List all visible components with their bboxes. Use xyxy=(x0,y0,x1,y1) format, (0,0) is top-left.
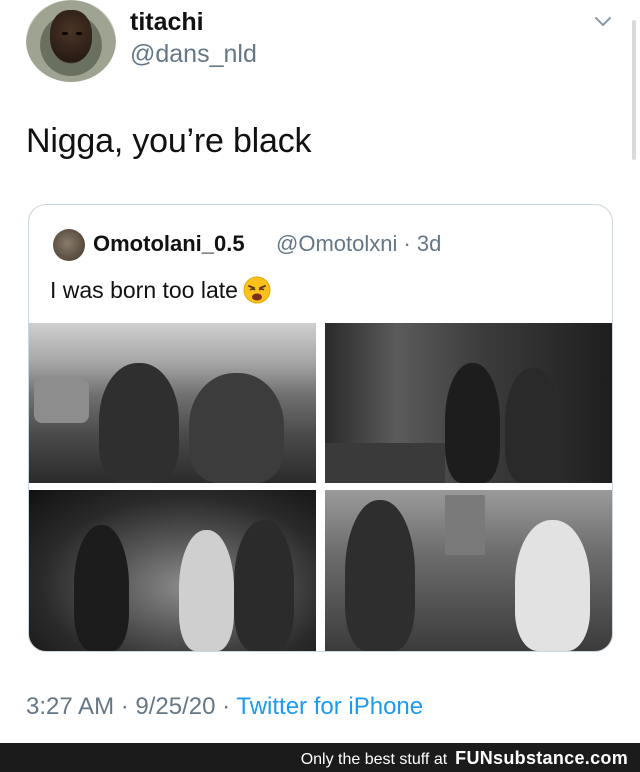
tweet-text: Nigga, you’re black xyxy=(26,122,312,160)
avatar-eye xyxy=(76,32,82,35)
quoted-text-body: I was born too late xyxy=(50,276,238,303)
avatar-eye xyxy=(62,32,68,35)
photo-figure xyxy=(234,520,294,651)
chevron-down-icon[interactable] xyxy=(593,12,613,32)
watermark-banner: Only the best stuff at FUNsubstance.com xyxy=(0,743,640,772)
display-name[interactable]: titachi xyxy=(130,8,204,37)
scrollbar[interactable] xyxy=(632,20,636,160)
photo-figure xyxy=(505,368,560,483)
tweet-timestamp: 3:27 AM · 9/25/20 · Twitter for iPhone xyxy=(26,693,423,721)
photo-figure xyxy=(99,363,179,483)
photo-figure xyxy=(179,530,234,651)
quoted-display-name[interactable]: Omotolani_0.5 xyxy=(93,231,245,257)
photo-car xyxy=(34,378,89,423)
photo-figure xyxy=(74,525,129,651)
weary-face-emoji xyxy=(243,276,271,304)
photo-figure xyxy=(445,363,500,483)
photo-dance-crowd[interactable] xyxy=(29,490,316,651)
photo-dancing-couple[interactable] xyxy=(325,490,612,651)
tweet-source-link[interactable]: Twitter for iPhone xyxy=(236,693,423,720)
user-handle[interactable]: @dans_nld xyxy=(130,40,257,69)
avatar-face xyxy=(50,10,92,62)
photo-figure xyxy=(345,500,415,651)
avatar[interactable] xyxy=(26,0,116,82)
photo-figure xyxy=(515,520,590,651)
quoted-handle[interactable]: @Omotolxni · 3d xyxy=(276,231,441,257)
photo-poster xyxy=(445,495,485,555)
watermark-text: Only the best stuff at FUNsubstance.com xyxy=(301,748,628,769)
quoted-tweet-card[interactable]: Omotolani_0.5 @Omotolxni · 3d I was born… xyxy=(28,204,613,652)
photo-soda-fountain[interactable] xyxy=(325,323,612,483)
quoted-text: I was born too late xyxy=(50,275,272,305)
watermark-brand: FUNsubstance.com xyxy=(455,748,628,768)
photo-counter xyxy=(325,443,445,483)
quoted-avatar[interactable] xyxy=(53,229,85,261)
photo-diner-couple[interactable] xyxy=(29,323,316,483)
watermark-tagline: Only the best stuff at xyxy=(300,751,448,768)
timestamp-text: 3:27 AM · 9/25/20 · xyxy=(26,693,237,720)
photo-figure xyxy=(189,373,284,483)
